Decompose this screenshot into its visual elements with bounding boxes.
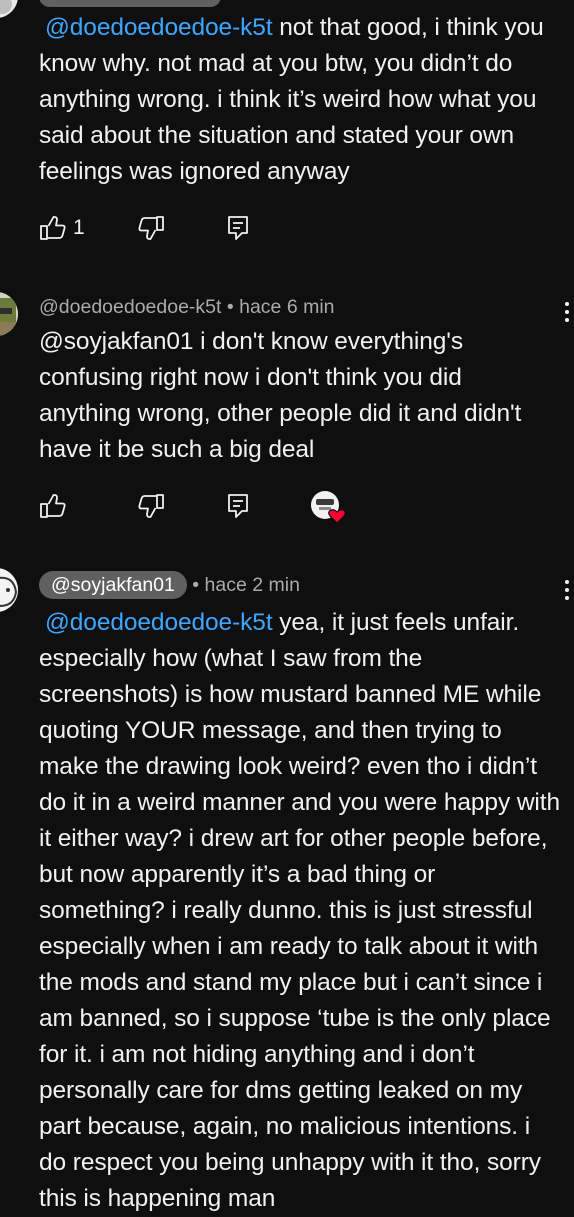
dislike-button[interactable] <box>137 492 165 520</box>
comment-text: @soyjakfan01 i don't know everything's c… <box>39 328 522 463</box>
author-pill[interactable]: @soyjakfan01 <box>39 571 187 599</box>
thumbs-up-icon <box>40 494 66 518</box>
like-button[interactable]: 1 <box>39 214 85 242</box>
more-actions-button[interactable] <box>562 302 572 322</box>
reply-button[interactable] <box>226 492 252 520</box>
comment-text: @doedoedoedoe-k5t yea, it just feels unf… <box>39 609 560 1212</box>
mention-link[interactable]: @doedoedoedoe-k5t <box>39 14 273 41</box>
comment-meta: @soyjakfan01 • hace 2 min <box>39 571 300 599</box>
comment-text: @doedoedoedoe-k5t not that good, i think… <box>39 14 544 185</box>
reply-button[interactable] <box>226 214 252 242</box>
thumbs-down-icon <box>138 216 164 240</box>
thumbs-down-icon <box>138 494 164 518</box>
avatar[interactable] <box>0 292 18 336</box>
comment-time: • hace 6 min <box>226 296 335 318</box>
reply-icon <box>228 216 248 240</box>
avatar[interactable] <box>0 568 18 612</box>
comment-author[interactable]: @doedoedoedoe-k5t <box>39 296 221 318</box>
thumbs-up-icon <box>40 216 66 240</box>
mention-link[interactable]: @doedoedoedoe-k5t <box>39 609 273 636</box>
more-actions-button[interactable] <box>562 580 572 600</box>
author-pill-cropped <box>39 0 221 7</box>
creator-heart-badge[interactable] <box>310 490 346 524</box>
creator-heart-icon <box>311 491 346 524</box>
reply-icon <box>228 494 248 518</box>
dislike-button[interactable] <box>137 214 165 242</box>
avatar[interactable] <box>0 0 18 18</box>
comment-time: • hace 2 min <box>192 574 300 596</box>
comment-meta: @doedoedoedoe-k5t • hace 6 min <box>39 294 335 320</box>
like-count: 1 <box>73 216 85 239</box>
like-button[interactable] <box>39 492 67 520</box>
